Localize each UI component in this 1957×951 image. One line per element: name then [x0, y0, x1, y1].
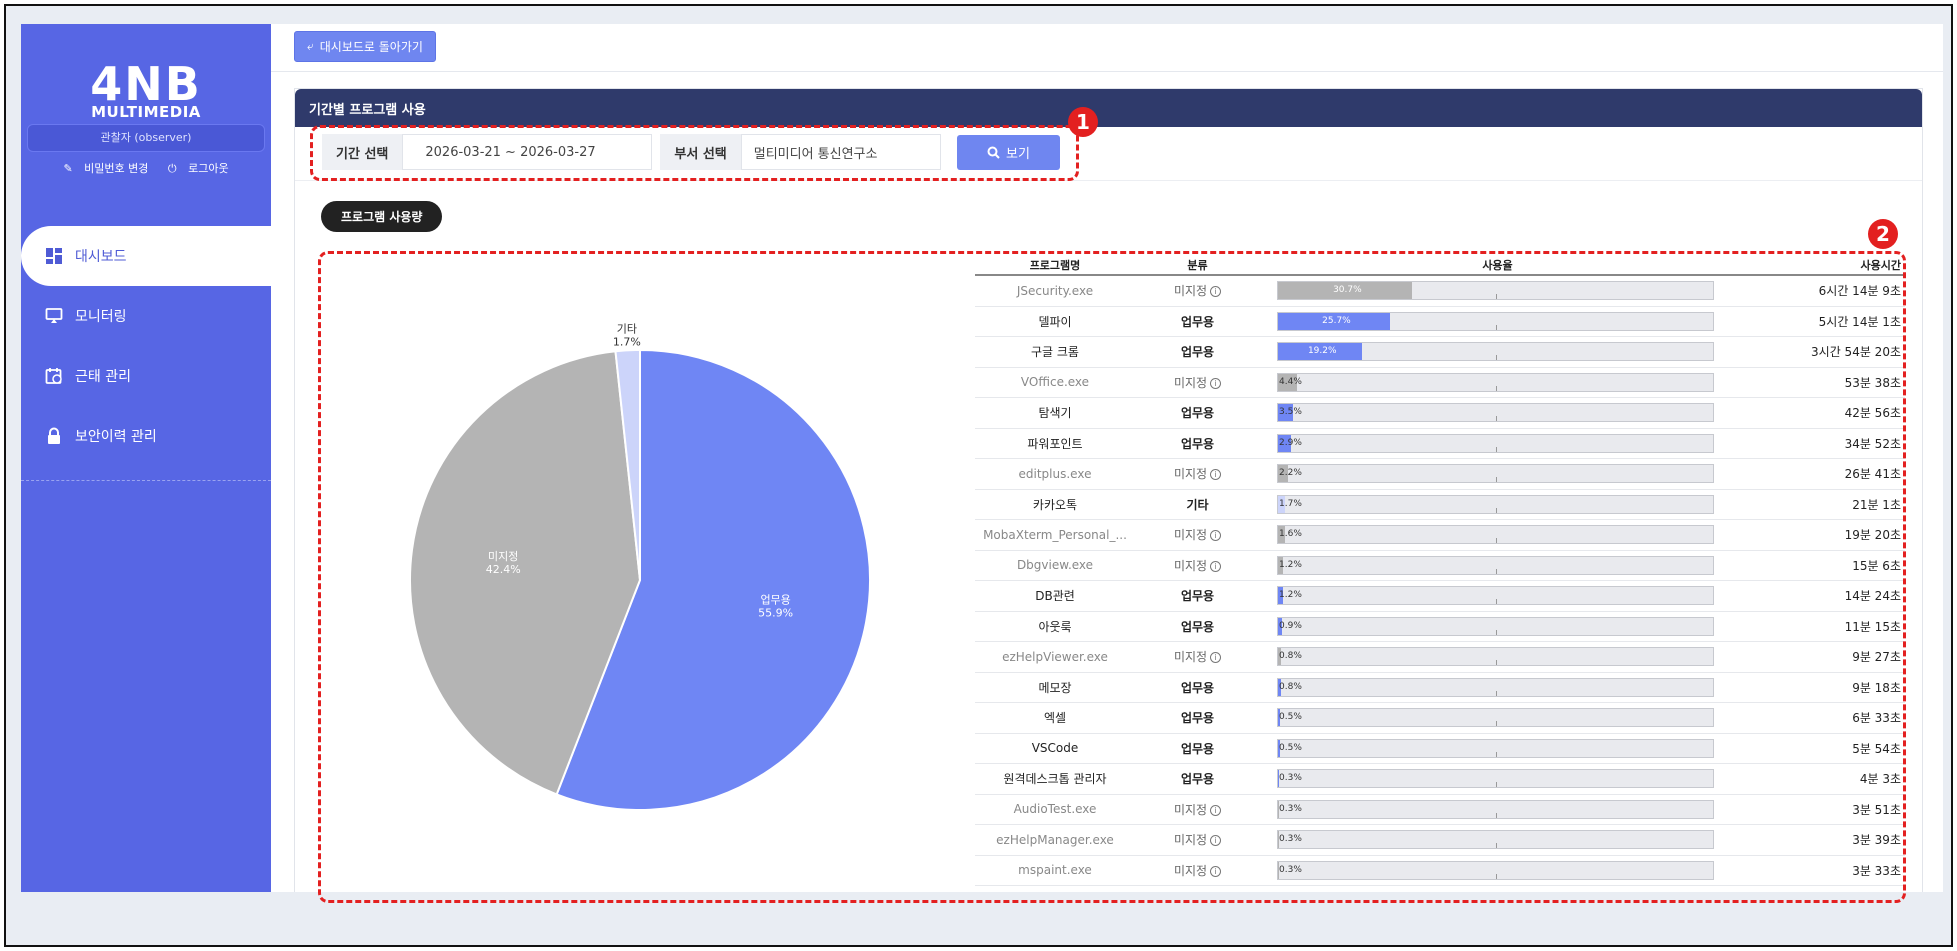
sidebar-item-monitoring[interactable]: 모니터링	[21, 286, 271, 346]
back-arrow-icon: ⤶	[307, 39, 314, 53]
sidebar-item-label: 보안이력 관리	[75, 429, 157, 445]
sidebar-item-security[interactable]: 보안이력 관리	[21, 406, 271, 466]
monitor-icon	[45, 308, 63, 323]
user-role-badge: 관찰자 (observer)	[27, 124, 265, 152]
account-links: ✎ 비밀번호 변경 ⏻ 로그아웃	[21, 160, 271, 176]
back-button-label: 대시보드로 돌아가기	[319, 40, 423, 54]
sidebar-item-label: 모니터링	[75, 309, 127, 325]
brand-logo[interactable]: 4NB MULTIMEDIA	[21, 57, 271, 121]
top-divider	[271, 71, 1943, 72]
sidebar-nav: 대시보드 모니터링 근태 관리 보안이력 관리	[21, 226, 271, 466]
annotation-marker-1: 1	[1068, 107, 1098, 137]
calendar-clock-icon	[45, 368, 62, 384]
dashboard-icon	[46, 248, 62, 264]
logout-label: 로그아웃	[188, 162, 229, 175]
power-icon: ⏻	[167, 162, 177, 175]
user-key-icon: ✎	[63, 162, 73, 175]
lock-icon	[48, 427, 60, 444]
sidebar-item-attendance[interactable]: 근태 관리	[21, 346, 271, 406]
back-to-dashboard-button[interactable]: ⤶ 대시보드로 돌아가기	[294, 31, 436, 62]
annotation-box-1	[310, 125, 1079, 181]
logo-sub: MULTIMEDIA	[91, 103, 201, 121]
sidebar-divider	[21, 480, 271, 481]
annotation-box-2	[318, 251, 1906, 903]
sidebar-item-label: 근태 관리	[75, 369, 131, 385]
change-password-link[interactable]: ✎ 비밀번호 변경	[59, 162, 152, 175]
sidebar-item-label: 대시보드	[75, 249, 127, 265]
logo-main: 4NB	[90, 57, 202, 111]
logout-link[interactable]: ⏻ 로그아웃	[164, 162, 233, 175]
panel-title: 기간별 프로그램 사용	[295, 89, 1922, 127]
program-usage-tab[interactable]: 프로그램 사용량	[321, 201, 443, 232]
sidebar-item-dashboard[interactable]: 대시보드	[21, 226, 271, 286]
sidebar: 4NB MULTIMEDIA 관찰자 (observer) ✎ 비밀번호 변경 …	[21, 24, 271, 892]
annotation-marker-2: 2	[1868, 219, 1898, 249]
change-password-label: 비밀번호 변경	[84, 162, 149, 175]
